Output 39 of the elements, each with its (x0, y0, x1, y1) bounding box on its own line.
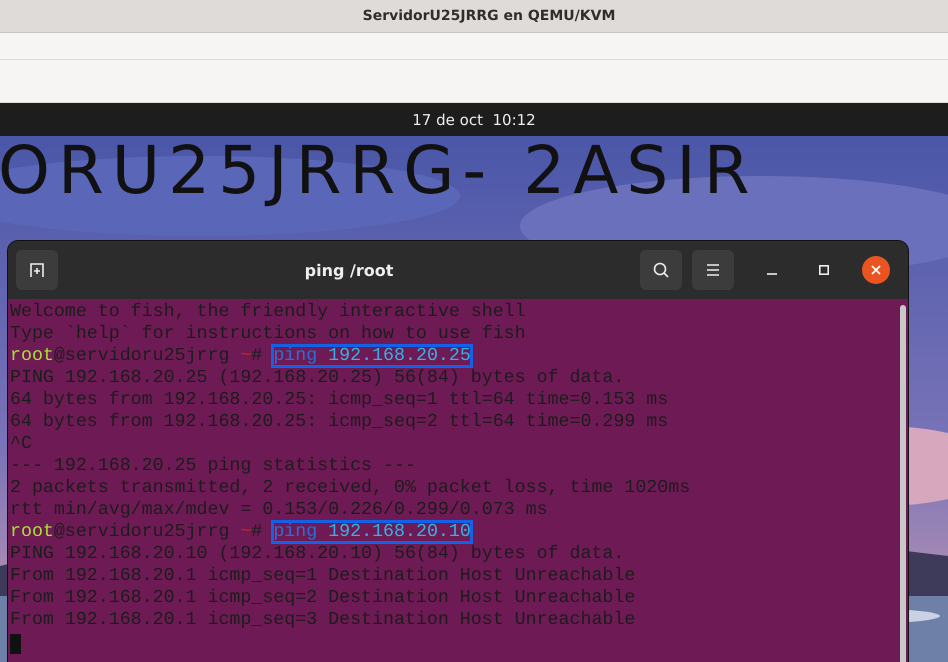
output-line: 64 bytes from 192.168.20.25: icmp_seq=2 ttl=64 time=0.299 ms (10, 412, 668, 432)
window-title: ServidorU25JRRG en QEMU/KVM (362, 8, 616, 24)
output-line: PING 192.168.20.10 (192.168.20.10) 56(84) bytes of data. (10, 544, 624, 564)
prompt-symbol: # (251, 345, 262, 367)
output-line: ^C (10, 434, 32, 454)
minimize-icon (767, 273, 777, 275)
maximize-icon (819, 265, 829, 275)
prompt-host: @servidoru25jrrg (54, 521, 230, 543)
text-cursor (10, 634, 21, 654)
prompt-user: root (10, 345, 54, 367)
prompt-directory: ~ (240, 521, 252, 543)
prompt-host: @servidoru25jrrg (54, 345, 230, 367)
prompt-user: root (10, 521, 54, 543)
search-icon (652, 261, 670, 279)
menu-button[interactable] (692, 250, 734, 290)
highlighted-command: ping 192.168.20.25 (273, 346, 471, 366)
output-line: --- 192.168.20.25 ping statistics --- (10, 456, 416, 476)
output-line: From 192.168.20.1 icmp_seq=2 Destination Host Unreachable (10, 588, 636, 608)
new-tab-icon (28, 261, 46, 279)
clock[interactable]: 17 de oct 10:12 (412, 110, 536, 128)
new-tab-button[interactable] (16, 250, 58, 290)
output-line: Type `help` for instructions on how to use fish (10, 324, 526, 344)
close-button[interactable] (862, 256, 890, 284)
output-line: Welcome to fish, the friendly interactive shell (10, 302, 526, 322)
output-line: 2 packets transmitted, 2 received, 0% packet loss, time 1020ms (10, 478, 690, 498)
terminal-title: ping /root (304, 260, 394, 280)
output-line: From 192.168.20.1 icmp_seq=1 Destination Host Unreachable (10, 566, 636, 586)
prompt-symbol: # (251, 521, 262, 543)
output-line: PING 192.168.20.25 (192.168.20.25) 56(84) bytes of data. (10, 368, 624, 388)
prompt-directory: ~ (240, 345, 252, 367)
highlighted-command: ping 192.168.20.10 (273, 522, 471, 542)
menu-icon (706, 264, 720, 276)
output-line: rtt min/avg/max/mdev = 0.153/0.226/0.299/0.073 ms (10, 500, 548, 520)
output-line: 64 bytes from 192.168.20.25: icmp_seq=1 ttl=64 time=0.153 ms (10, 390, 668, 410)
close-icon (871, 265, 881, 275)
wallpaper-text: ORU25JRRG- 2ASIR (0, 138, 758, 204)
output-line: From 192.168.20.1 icmp_seq=3 Destination Host Unreachable (10, 610, 636, 630)
search-button[interactable] (640, 250, 682, 290)
scrollbar[interactable] (900, 305, 906, 662)
